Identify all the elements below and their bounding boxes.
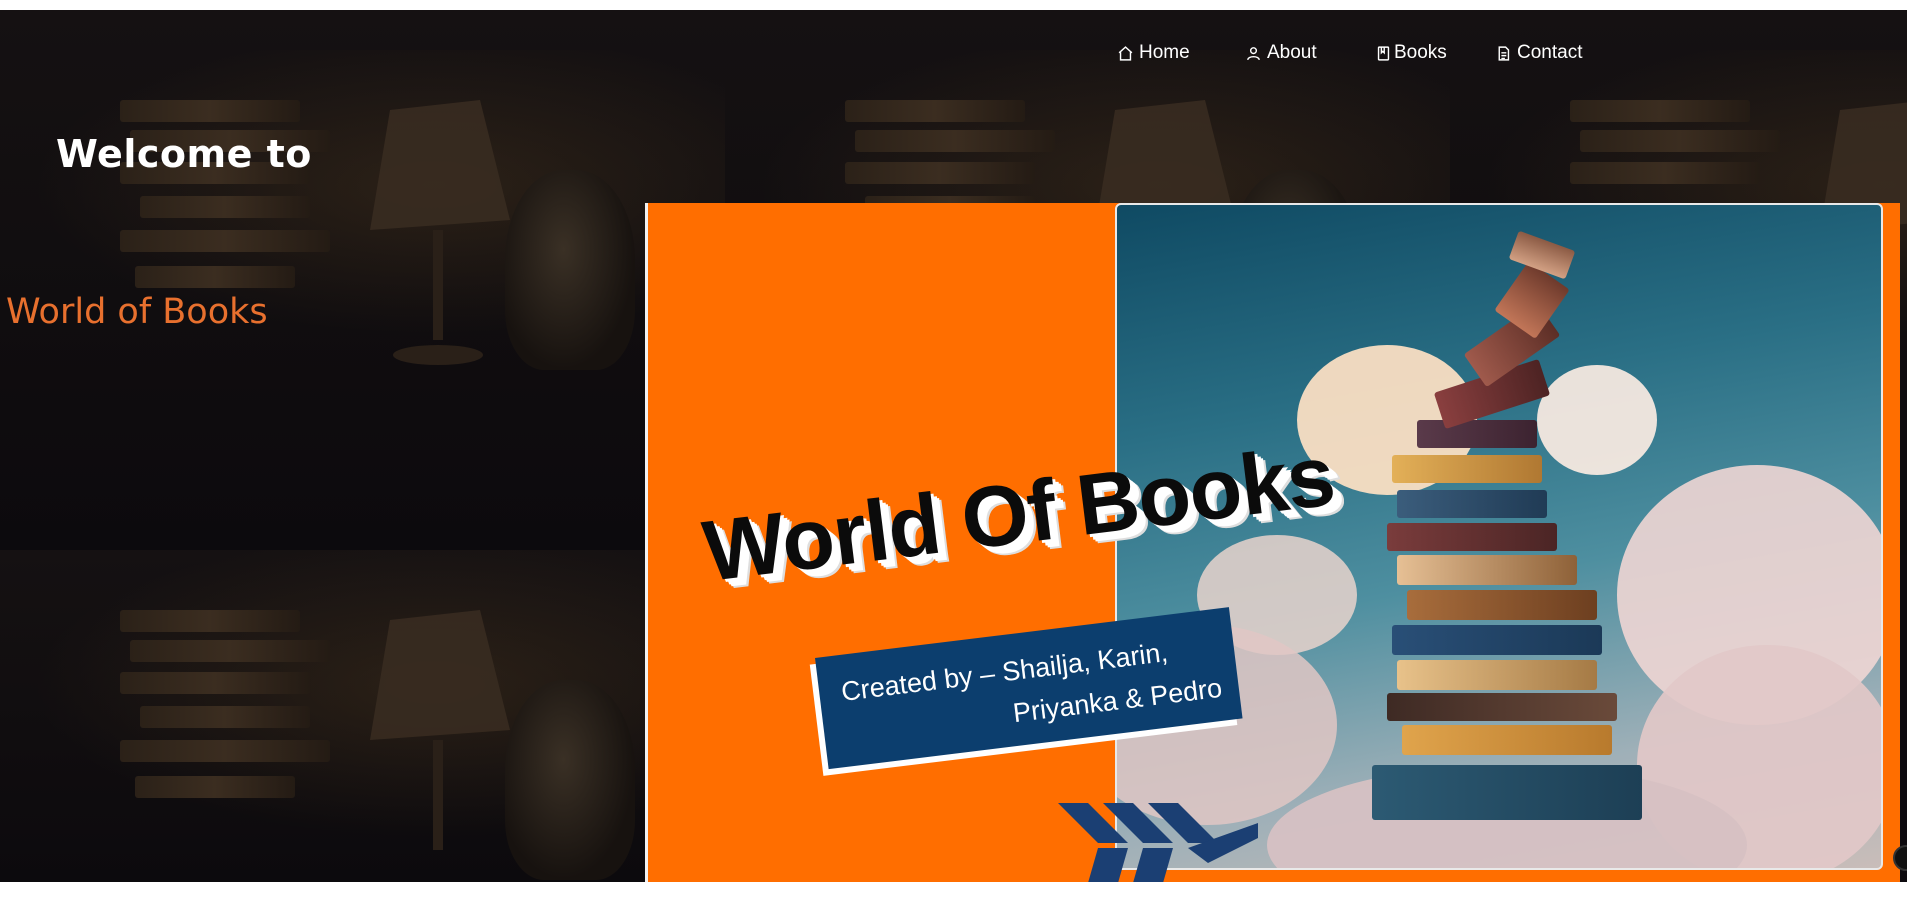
moon-icon bbox=[1442, 277, 1459, 302]
background-tile bbox=[0, 550, 726, 882]
nav-about-link[interactable]: About bbox=[1245, 42, 1317, 64]
nav-books-label: Books bbox=[1394, 42, 1447, 63]
brand-title: World of Books bbox=[6, 292, 268, 332]
hero-banner: World Of Books Created by – Shailja, Kar… bbox=[645, 203, 1900, 882]
book-icon bbox=[1377, 45, 1390, 61]
nav-about-label: About bbox=[1267, 42, 1317, 63]
user-icon bbox=[1247, 46, 1260, 60]
nav-home-label: Home bbox=[1139, 42, 1190, 63]
nav-contact-link[interactable]: Contact bbox=[1495, 42, 1582, 64]
welcome-heading: Welcome to bbox=[56, 132, 312, 176]
nav-home-link[interactable]: Home bbox=[1117, 42, 1190, 64]
chevron-decoration bbox=[1058, 803, 1258, 882]
nav-books-link[interactable]: Books bbox=[1375, 42, 1447, 64]
document-icon bbox=[1498, 45, 1510, 61]
nav-contact-label: Contact bbox=[1517, 42, 1583, 63]
background-tile bbox=[0, 10, 726, 555]
main-nav: Home About Books Contact bbox=[0, 28, 1907, 68]
page-background: Home About Books Contact Welcome to Worl… bbox=[0, 10, 1907, 882]
home-icon bbox=[1118, 45, 1133, 61]
